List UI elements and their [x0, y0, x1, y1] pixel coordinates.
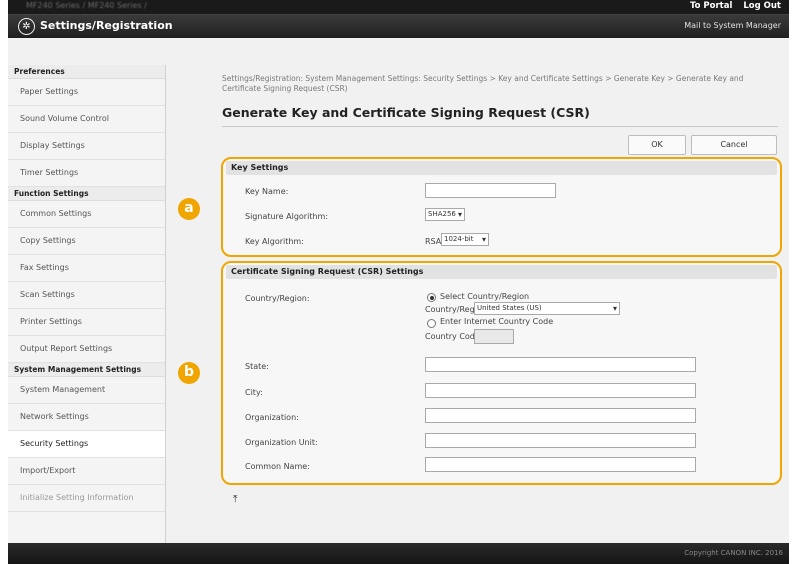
logout-link[interactable]: Log Out	[743, 1, 781, 11]
ok-button[interactable]: OK	[628, 135, 686, 155]
callout-badge-b: b	[178, 362, 200, 384]
page-footer: Copyright CANON INC. 2016	[8, 543, 789, 564]
settings-gear-icon: ✲	[18, 18, 35, 35]
sidebar-section-system-management-settings: System Management Settings	[8, 363, 165, 377]
device-model: MF240 Series / MF240 Series /	[26, 1, 147, 10]
city-input[interactable]	[425, 383, 696, 398]
organization-unit-input[interactable]	[425, 433, 696, 448]
chevron-down-icon: ▾	[481, 235, 486, 244]
page-header: ✲ Settings/Registration Mail to System M…	[8, 15, 789, 38]
sidebar-item-security-settings[interactable]: Security Settings	[8, 431, 165, 458]
organization-input[interactable]	[425, 408, 696, 423]
sidebar-item-fax-settings[interactable]: Fax Settings	[8, 255, 165, 282]
signature-algorithm-value: SHA256	[428, 210, 456, 218]
chevron-down-icon: ▾	[457, 210, 462, 219]
enter-country-code-label: Enter Internet Country Code	[440, 317, 554, 326]
sidebar-item-copy-settings[interactable]: Copy Settings	[8, 228, 165, 255]
state-label: State:	[245, 362, 269, 371]
organization-label: Organization:	[245, 413, 299, 422]
key-algorithm-select[interactable]: 1024-bit ▾	[441, 233, 489, 246]
key-name-input[interactable]	[425, 183, 556, 198]
country-region-value: United States (US)	[477, 304, 542, 312]
cancel-button[interactable]: Cancel	[691, 135, 777, 155]
country-region-label: Country/Region:	[245, 294, 310, 303]
callout-badge-a: a	[178, 198, 200, 220]
sidebar-item-output-report-settings[interactable]: Output Report Settings	[8, 336, 165, 363]
sidebar-item-printer-settings[interactable]: Printer Settings	[8, 309, 165, 336]
sidebar-item-sound-volume-control[interactable]: Sound Volume Control	[8, 106, 165, 133]
mail-to-system-manager-link[interactable]: Mail to System Manager	[684, 21, 781, 30]
sidebar-section-function-settings: Function Settings	[8, 187, 165, 201]
sidebar-item-initialize-setting-information[interactable]: Initialize Setting Information	[8, 485, 165, 512]
sidebar-item-timer-settings[interactable]: Timer Settings	[8, 160, 165, 187]
key-settings-heading: Key Settings	[226, 161, 777, 175]
key-algorithm-type: RSA	[425, 237, 442, 246]
sidebar-item-paper-settings[interactable]: Paper Settings	[8, 79, 165, 106]
top-bar: MF240 Series / MF240 Series / To Portal …	[8, 0, 789, 15]
key-algorithm-label: Key Algorithm:	[245, 237, 304, 246]
state-input[interactable]	[425, 357, 696, 372]
chevron-down-icon: ▾	[612, 304, 617, 313]
sidebar-item-import-export[interactable]: Import/Export	[8, 458, 165, 485]
key-settings-panel: Key Settings	[221, 157, 782, 257]
organization-unit-label: Organization Unit:	[245, 438, 318, 447]
breadcrumb: Settings/Registration: System Management…	[222, 74, 744, 93]
signature-algorithm-select[interactable]: SHA256 ▾	[425, 208, 465, 221]
csr-settings-heading: Certificate Signing Request (CSR) Settin…	[226, 265, 777, 279]
country-code-input[interactable]	[474, 329, 514, 344]
scroll-to-top-icon[interactable]: ⤒	[233, 494, 237, 505]
country-region-select[interactable]: United States (US) ▾	[474, 302, 620, 315]
sidebar-item-common-settings[interactable]: Common Settings	[8, 201, 165, 228]
key-name-label: Key Name:	[245, 187, 289, 196]
to-portal-link[interactable]: To Portal	[690, 1, 732, 11]
sidebar-section-preferences: Preferences	[8, 65, 165, 79]
copyright-text: Copyright CANON INC. 2016	[684, 549, 783, 557]
header-title: Settings/Registration	[40, 19, 173, 32]
sidebar-item-network-settings[interactable]: Network Settings	[8, 404, 165, 431]
common-name-input[interactable]	[425, 457, 696, 472]
sidebar-item-display-settings[interactable]: Display Settings	[8, 133, 165, 160]
common-name-label: Common Name:	[245, 462, 310, 471]
enter-country-code-radio[interactable]	[427, 319, 436, 328]
key-algorithm-value: 1024-bit	[444, 235, 474, 243]
app-frame: MF240 Series / MF240 Series / To Portal …	[8, 0, 789, 564]
page-title: Generate Key and Certificate Signing Req…	[222, 105, 590, 120]
signature-algorithm-label: Signature Algorithm:	[245, 212, 329, 221]
sidebar-menu: Preferences Paper Settings Sound Volume …	[8, 65, 165, 512]
city-label: City:	[245, 388, 263, 397]
sidebar-item-scan-settings[interactable]: Scan Settings	[8, 282, 165, 309]
top-links: To Portal Log Out	[682, 1, 781, 11]
sidebar-item-system-management[interactable]: System Management	[8, 377, 165, 404]
select-country-radio[interactable]	[427, 293, 436, 302]
title-divider	[222, 126, 778, 127]
select-country-label: Select Country/Region	[440, 292, 530, 301]
